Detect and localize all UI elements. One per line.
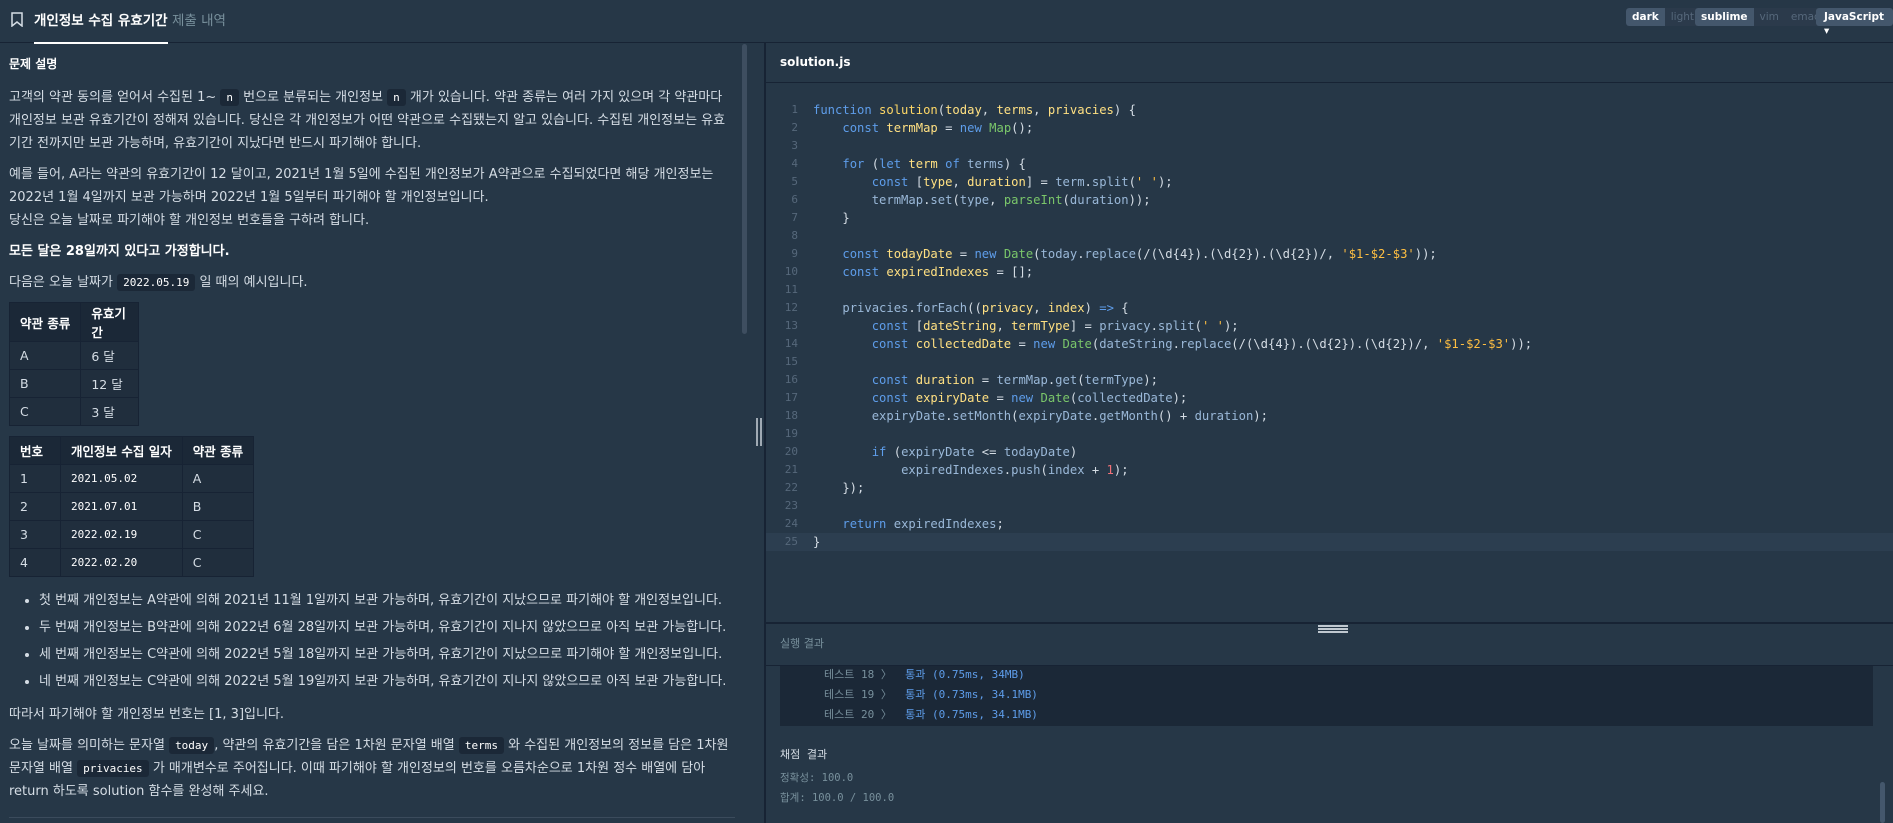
table-header: 약관 종류 <box>8 302 82 342</box>
inline-code-privacies: privacies <box>77 760 149 777</box>
language-select[interactable]: JavaScript ▾ <box>1816 8 1893 37</box>
inline-code-terms: terms <box>458 737 504 754</box>
keymap-vim-button[interactable]: vim <box>1753 8 1785 26</box>
keymap-sublime-button[interactable]: sublime <box>1695 8 1754 26</box>
task-paragraph: 오늘 날짜를 의미하는 문자열 today, 약관의 유효기간을 담은 1차원 … <box>9 737 729 799</box>
resize-handle-icon[interactable] <box>756 418 764 446</box>
example-paragraph: 예를 들어, A라는 약관의 유효기간이 12 달이고, 2021년 1월 5일… <box>9 167 714 205</box>
total-score: 합계: 100.0 / 100.0 <box>780 792 895 804</box>
test-results-box: 테스트 18 〉 통과 (0.75ms, 34MB) 테스트 19 〉 통과 (… <box>780 666 1873 726</box>
editor-header: solution.js <box>766 43 1893 83</box>
list-item: 세 번째 개인정보는 C약관에 의해 2022년 5월 18일까지 보관 가능하… <box>39 641 735 668</box>
result-header: 실행 결과 <box>766 624 1893 666</box>
table-row: A6 달 <box>8 341 140 370</box>
problem-panel: 문제 설명 고객의 약관 동의를 얻어서 수집된 1~ n 번으로 분류되는 개… <box>0 43 745 823</box>
assumption-paragraph: 모든 달은 28일까지 있다고 가정합니다. <box>9 244 230 259</box>
theme-toggle: dark light <box>1626 8 1701 26</box>
code-editor[interactable]: 1 function solution(today, terms, privaci… <box>766 84 1893 622</box>
description-paragraph: 고객의 약관 동의를 얻어서 수집된 1~ n 번으로 분류되는 개인정보 n … <box>9 89 726 151</box>
table-row: 4 2022.02.20 C <box>9 548 255 577</box>
list-item: 테스트 18 〉 통과 (0.75ms, 34MB) <box>824 668 1025 681</box>
answer-paragraph: 따라서 파기해야 할 개인정보 번호는 [1, 3]입니다. <box>9 707 285 722</box>
table-row: 1 2021.05.02 A <box>9 464 255 493</box>
table-row: 2 2021.07.01 B <box>9 492 255 521</box>
list-item: 네 번째 개인정보는 C약관에 의해 2022년 5월 19일까지 보관 가능하… <box>39 668 735 695</box>
tab-problem[interactable]: 개인정보 수집 유효기간 <box>34 9 168 44</box>
keymap-toggle: sublime vim emacs <box>1695 8 1832 26</box>
result-scrollbar[interactable] <box>1880 782 1885 823</box>
list-item: 테스트 20 〉 통과 (0.75ms, 34.1MB) <box>824 708 1038 721</box>
inline-code-n: n <box>220 89 240 106</box>
explanation-list: 첫 번째 개인정보는 A약관에 의해 2021년 11월 1일까지 보관 가능하… <box>39 587 735 695</box>
inline-code-date: 2022.05.19 <box>117 274 196 291</box>
section-title: 문제 설명 <box>9 57 58 71</box>
file-name: solution.js <box>780 55 851 69</box>
list-item: 첫 번째 개인정보는 A약관에 의해 2021년 11월 1일까지 보관 가능하… <box>39 587 735 614</box>
inline-code-today: today <box>169 737 215 754</box>
accuracy-score: 정확성: 100.0 <box>780 772 854 784</box>
theme-dark-button[interactable]: dark <box>1626 8 1665 26</box>
top-bar: 개인정보 수집 유효기간 제출 내역 dark light sublime vi… <box>0 0 1893 44</box>
divider <box>9 817 735 818</box>
privacies-table: 번호 개인정보 수집 일자 약관 종류 1 2021.05.02 A 2 2021.0… <box>9 436 255 577</box>
table-row: 3 2022.02.19 C <box>9 520 255 549</box>
goal-paragraph: 당신은 오늘 날짜로 파기해야 할 개인정보 번호들을 구하려 합니다. <box>9 213 370 228</box>
grade-title: 채점 결과 <box>780 748 828 761</box>
list-item: 두 번째 개인정보는 B약관에 의해 2022년 6월 28일까지 보관 가능하… <box>39 614 735 641</box>
table-header: 번호 <box>9 436 61 465</box>
result-title: 실행 결과 <box>780 637 824 650</box>
tab-submissions[interactable]: 제출 내역 <box>172 9 226 29</box>
inline-code-n: n <box>387 89 406 106</box>
table-row: C3 달 <box>8 397 140 426</box>
terms-table: 약관 종류 유효기간 A6 달 B 12 달 C3 달 <box>8 302 140 426</box>
table-header: 개인정보 수집 일자 <box>60 436 183 465</box>
table-header: 유효기간 <box>80 302 140 342</box>
table-row: B 12 달 <box>8 369 140 398</box>
list-item: 테스트 19 〉 통과 (0.73ms, 34.1MB) <box>824 688 1038 701</box>
result-panel: 테스트 18 〉 통과 (0.75ms, 34MB) 테스트 19 〉 통과 (… <box>766 666 1893 823</box>
table-header: 약관 종류 <box>181 436 255 465</box>
problem-scrollbar[interactable] <box>742 44 747 334</box>
bookmark-icon[interactable] <box>11 12 23 27</box>
today-example-paragraph: 다음은 오늘 날짜가 2022.05.19 일 때의 예시입니다. <box>9 274 308 291</box>
